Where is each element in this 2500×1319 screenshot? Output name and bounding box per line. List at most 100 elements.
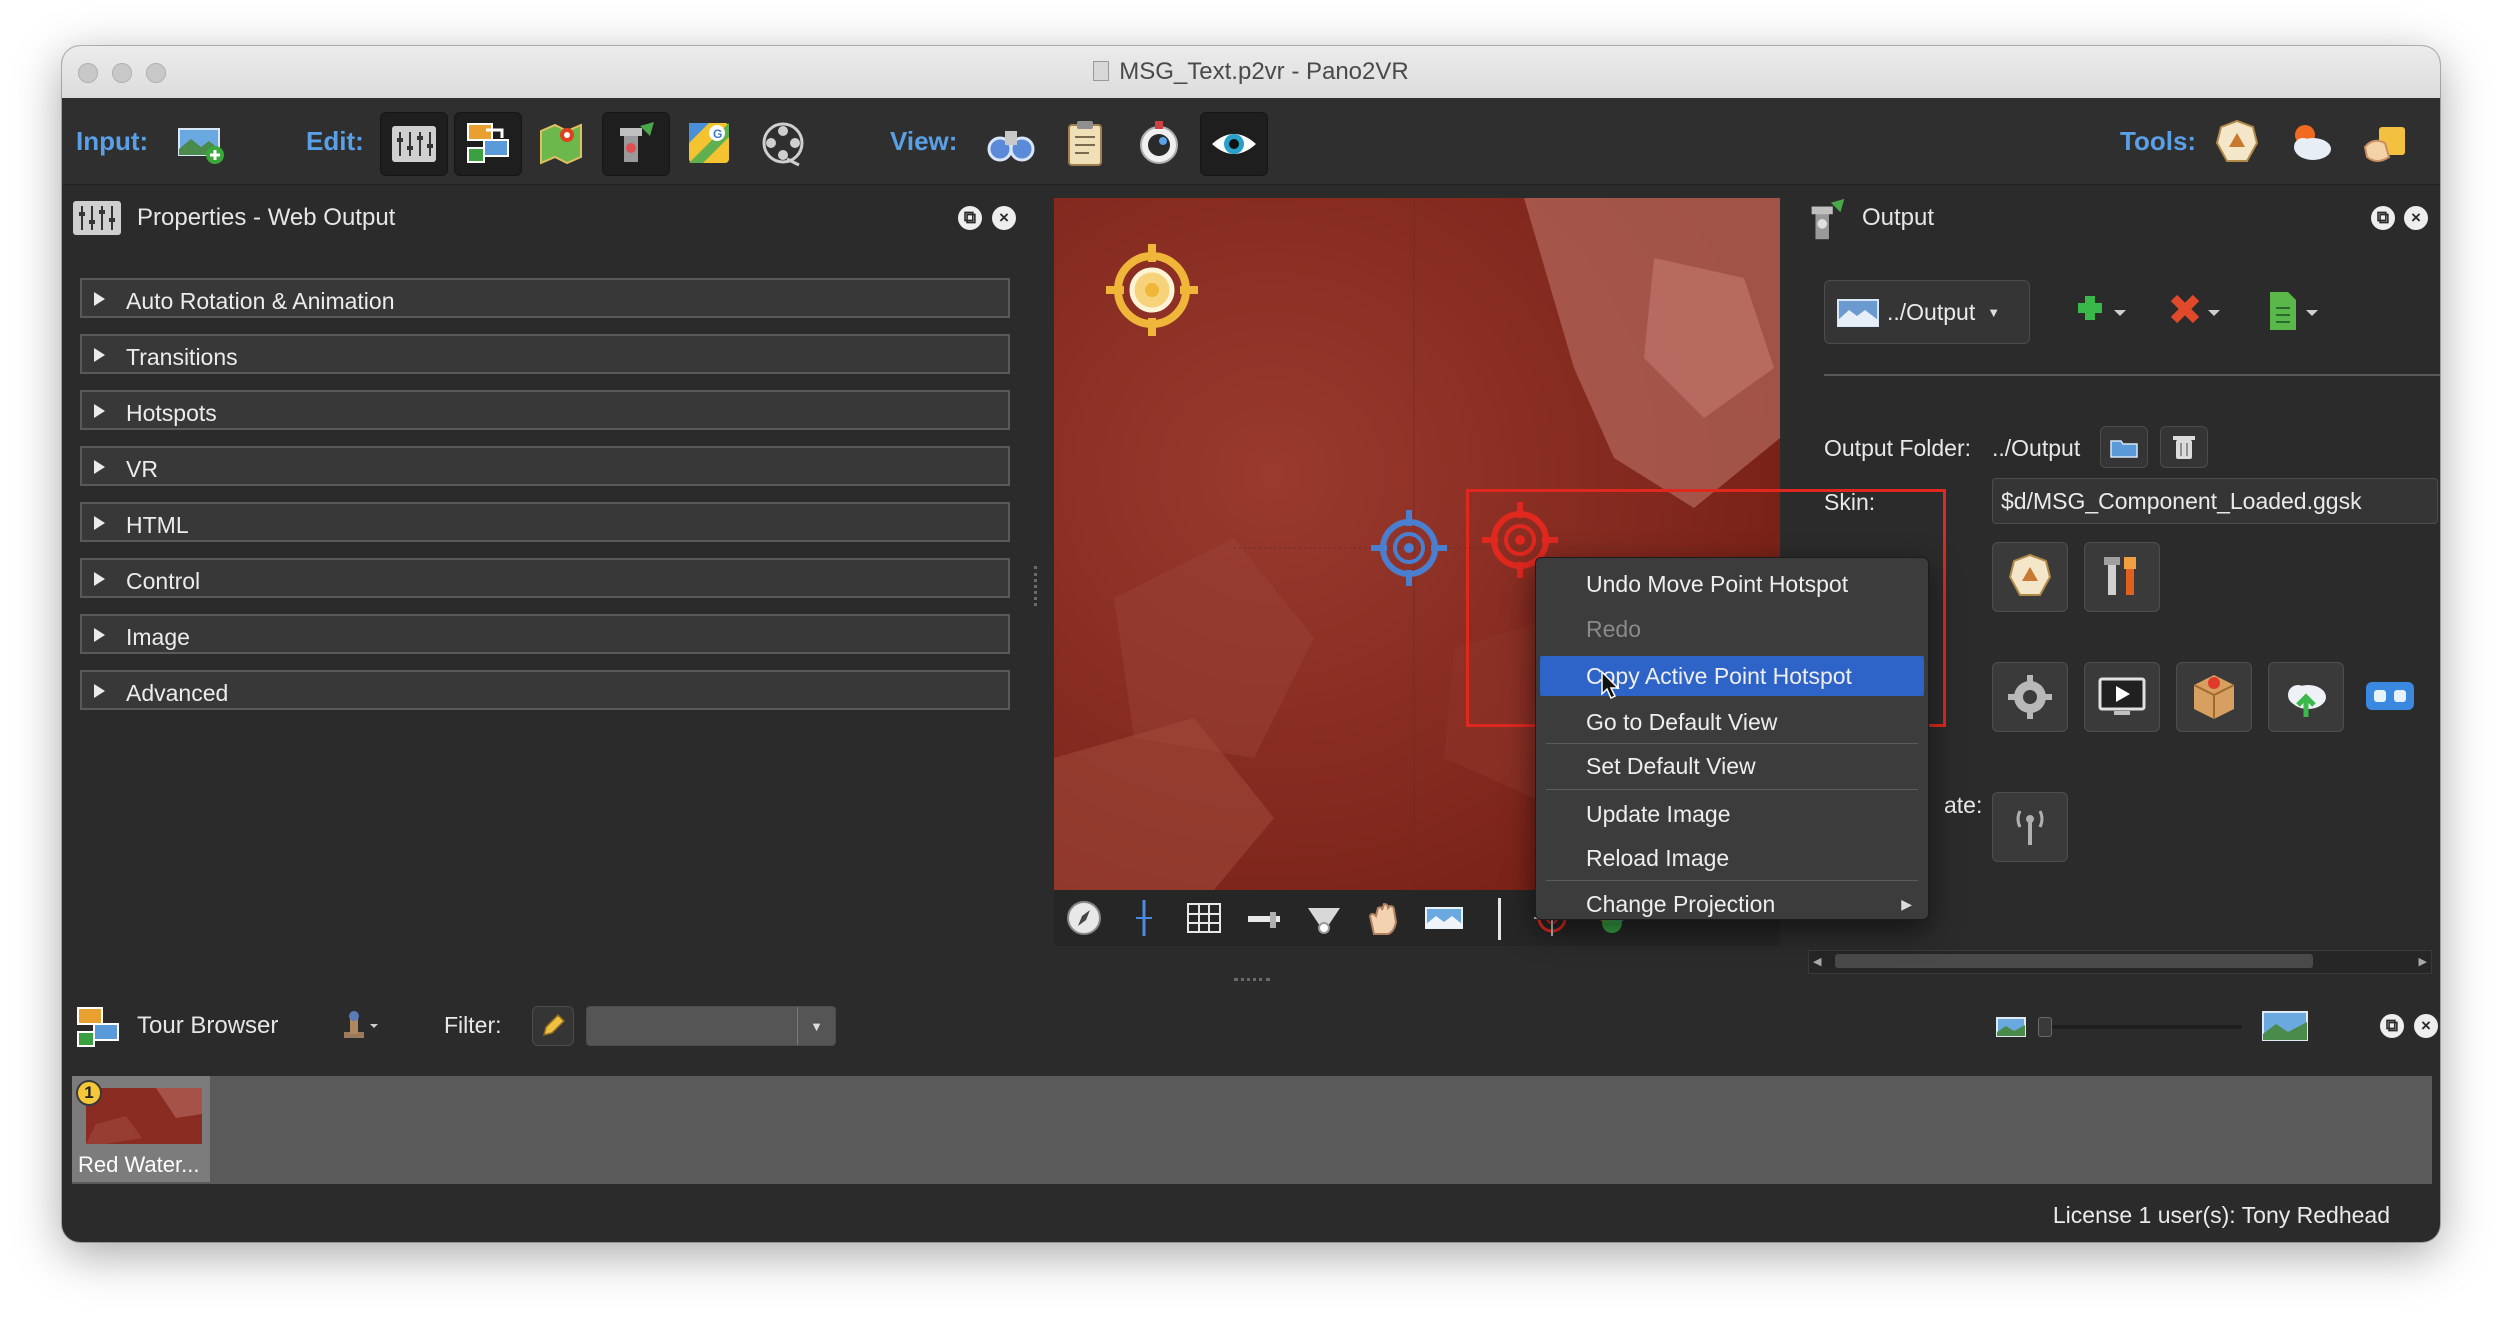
package-button[interactable] xyxy=(2176,662,2252,732)
menu-item-change-projection[interactable]: Change Projection ▶ xyxy=(1540,884,1924,924)
menu-item-reload-image[interactable]: Reload Image xyxy=(1540,838,1924,878)
properties-panel-header: Properties - Web Output ⧉ × xyxy=(62,188,1032,248)
monitor-play-icon xyxy=(2098,677,2146,715)
tour-map-icon xyxy=(540,123,582,165)
level-button[interactable] xyxy=(1244,898,1284,938)
settings-button[interactable] xyxy=(1992,662,2068,732)
open-folder-button[interactable] xyxy=(2100,426,2148,468)
scroll-right-arrow[interactable]: ▶ xyxy=(2419,955,2427,968)
grid-button[interactable] xyxy=(1184,898,1224,938)
thumbnail-size-slider[interactable] xyxy=(2038,1017,2242,1037)
eye-button[interactable] xyxy=(1200,112,1268,176)
title-bar: MSG_Text.p2vr - Pano2VR xyxy=(62,46,2440,99)
compass-button[interactable] xyxy=(1064,898,1104,938)
properties-button[interactable] xyxy=(380,112,448,176)
float-tour-browser-button[interactable]: ⧉ xyxy=(2380,1014,2404,1038)
main-toolbar: Input: Edit: G View: Tools: xyxy=(62,98,2440,185)
point-hotspot-yellow[interactable] xyxy=(1102,240,1202,340)
add-output-button[interactable] xyxy=(2062,284,2142,340)
scroll-left-arrow[interactable]: ◀ xyxy=(1813,955,1821,968)
package-icon xyxy=(2193,675,2235,719)
input-label: Input: xyxy=(76,126,149,156)
animation-button[interactable] xyxy=(750,112,816,174)
close-tour-browser-button[interactable]: × xyxy=(2414,1014,2438,1038)
viewer-button[interactable] xyxy=(1126,112,1192,174)
clear-folder-button[interactable] xyxy=(2160,426,2208,468)
crosshair-button[interactable] xyxy=(1124,898,1164,938)
maps-button[interactable]: G xyxy=(676,112,742,174)
tag-pencil-icon xyxy=(542,1013,566,1037)
gear-icon xyxy=(2008,675,2052,719)
section-auto-rotation-animation[interactable]: Auto Rotation & Animation xyxy=(80,278,1010,318)
section-html[interactable]: HTML xyxy=(80,502,1010,542)
scroll-thumb[interactable] xyxy=(1835,954,2313,968)
slider-handle[interactable] xyxy=(2038,1017,2052,1037)
preview-button[interactable] xyxy=(2084,662,2160,732)
menu-item-label: Redo xyxy=(1586,616,1641,642)
add-panorama-button[interactable] xyxy=(168,112,234,174)
app-window: MSG_Text.p2vr - Pano2VR Input: Edit: G V… xyxy=(62,46,2440,1242)
remote-button[interactable] xyxy=(1992,792,2068,862)
menu-item-update-image[interactable]: Update Image xyxy=(1540,794,1924,834)
splitter-handle[interactable] xyxy=(1034,566,1041,606)
menu-item-label: Reload Image xyxy=(1586,845,1730,871)
output-divider xyxy=(1824,374,2440,376)
cloud-tools-button[interactable] xyxy=(2278,112,2344,174)
float-output-panel-button[interactable]: ⧉ xyxy=(2371,206,2395,230)
sort-stamp-button[interactable] xyxy=(334,1008,384,1044)
compass-icon xyxy=(1067,901,1101,935)
skin-tools-button[interactable] xyxy=(2084,542,2160,612)
maps-icon: G xyxy=(689,123,729,163)
animation-icon xyxy=(762,122,804,167)
filter-select[interactable]: ▼ xyxy=(586,1006,836,1046)
output-format-select[interactable]: ../Output ▼ xyxy=(1824,280,2030,344)
folder-icon xyxy=(2110,440,2138,458)
output-panel-title: Output xyxy=(1862,204,1935,231)
output-icon xyxy=(1811,198,1845,240)
close-output-panel-button[interactable]: × xyxy=(2404,206,2428,230)
section-label: Auto Rotation & Animation xyxy=(126,288,395,314)
vr-output-button[interactable] xyxy=(2362,674,2418,718)
view-label: View: xyxy=(890,126,958,156)
tour-map-button[interactable] xyxy=(528,112,594,174)
menu-item-undo-move-point-hotspot[interactable]: Undo Move Point Hotspot xyxy=(1540,564,1924,604)
section-advanced[interactable]: Advanced xyxy=(80,670,1010,710)
bottom-splitter-handle[interactable] xyxy=(1234,978,1270,985)
skin-editor-button[interactable] xyxy=(2204,112,2270,174)
section-image[interactable]: Image xyxy=(80,614,1010,654)
hand-tools-button[interactable] xyxy=(2352,112,2418,174)
section-transitions[interactable]: Transitions xyxy=(80,334,1010,374)
clipboard-button[interactable] xyxy=(1052,112,1118,174)
lens-button[interactable] xyxy=(1304,898,1344,938)
menu-item-copy-active-point-hotspot[interactable]: Copy Active Point Hotspot xyxy=(1540,656,1924,696)
panorama-thumbnail[interactable]: 1 Red Water... xyxy=(72,1076,210,1182)
skin-path-field[interactable]: $d/MSG_Component_Loaded.ggsk xyxy=(1992,478,2438,524)
filter-tag-button[interactable] xyxy=(532,1006,574,1046)
section-label: Transitions xyxy=(126,344,238,370)
section-vr[interactable]: VR xyxy=(80,446,1010,486)
section-hotspots[interactable]: Hotspots xyxy=(80,390,1010,430)
binoculars-button[interactable] xyxy=(978,112,1044,174)
window-title: MSG_Text.p2vr - Pano2VR xyxy=(1119,58,1409,85)
patch-editor-button[interactable] xyxy=(602,112,670,176)
filter-select-divider xyxy=(797,1007,799,1045)
menu-separator xyxy=(1546,789,1918,790)
edit-label: Edit: xyxy=(306,126,364,156)
delete-output-button[interactable] xyxy=(2156,284,2236,340)
upload-button[interactable] xyxy=(2268,662,2344,732)
menu-item-set-default-view[interactable]: Set Default View xyxy=(1540,746,1924,786)
point-hotspot-blue[interactable] xyxy=(1369,508,1449,588)
panorama-image-button[interactable] xyxy=(1424,898,1464,938)
svg-text:G: G xyxy=(713,127,722,141)
tour-browser-button[interactable] xyxy=(454,112,522,176)
close-panel-button[interactable]: × xyxy=(992,206,1016,230)
menu-item-go-to-default-view[interactable]: Go to Default View xyxy=(1540,702,1924,742)
expand-triangle-icon xyxy=(94,684,105,698)
float-panel-button[interactable]: ⧉ xyxy=(958,206,982,230)
pan-hand-button[interactable] xyxy=(1364,898,1404,938)
section-control[interactable]: Control xyxy=(80,558,1010,598)
new-output-button[interactable] xyxy=(2254,284,2334,340)
properties-panel-title: Properties - Web Output xyxy=(137,204,396,231)
output-horizontal-scrollbar[interactable]: ◀ ▶ xyxy=(1808,950,2432,974)
skin-editor-output-button[interactable] xyxy=(1992,542,2068,612)
